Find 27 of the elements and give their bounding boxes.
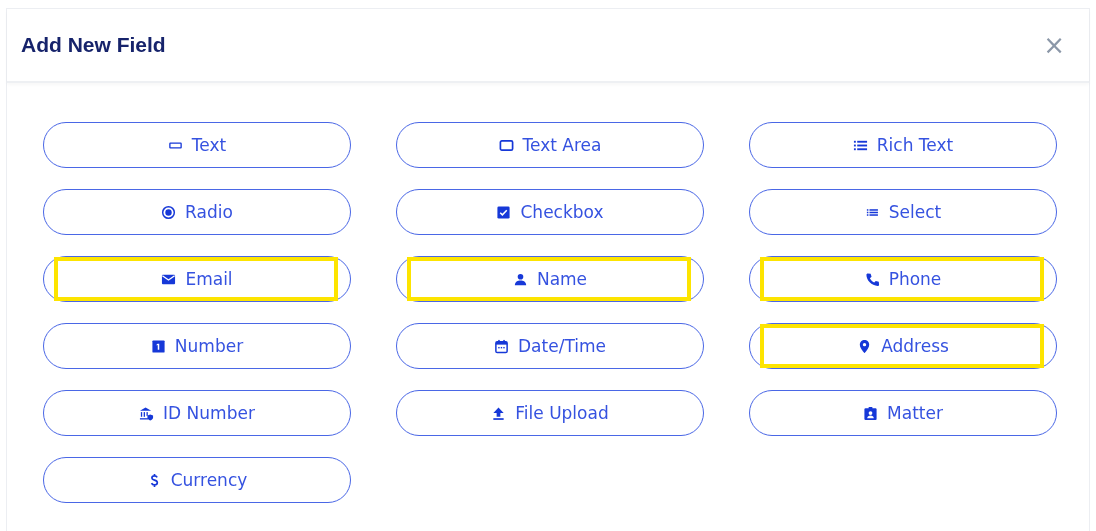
person-icon xyxy=(512,271,528,287)
field-type-button[interactable]: Phone xyxy=(749,256,1057,302)
number-icon xyxy=(150,338,166,354)
field-type-button[interactable]: Text Area xyxy=(396,122,704,168)
field-type-button[interactable]: Email xyxy=(43,256,351,302)
text-area-icon xyxy=(498,137,514,153)
field-type-button[interactable]: Radio xyxy=(43,189,351,235)
radio-icon xyxy=(161,204,177,220)
field-type-button[interactable]: Rich Text xyxy=(749,122,1057,168)
field-type-button[interactable]: Matter xyxy=(749,390,1057,436)
phone-icon xyxy=(864,271,880,287)
calendar-icon xyxy=(494,338,509,354)
badge-icon xyxy=(863,405,879,421)
bank-icon xyxy=(139,405,155,421)
field-type-button[interactable]: Text xyxy=(43,122,351,168)
field-type-button[interactable]: Address xyxy=(749,323,1057,369)
field-type-button[interactable]: File Upload xyxy=(396,390,704,436)
dialog-title: Add New Field xyxy=(21,33,166,57)
field-type-button[interactable]: Select xyxy=(749,189,1057,235)
field-type-button[interactable]: Currency xyxy=(43,457,351,503)
field-type-button[interactable]: Number xyxy=(43,323,351,369)
field-type-button[interactable]: Checkbox xyxy=(396,189,704,235)
field-type-button[interactable]: Name xyxy=(396,256,704,302)
field-type-button[interactable]: Date/Time xyxy=(396,323,704,369)
upload-icon xyxy=(491,405,507,421)
checkbox-icon xyxy=(496,204,512,220)
field-type-button[interactable]: ID Number xyxy=(43,390,351,436)
